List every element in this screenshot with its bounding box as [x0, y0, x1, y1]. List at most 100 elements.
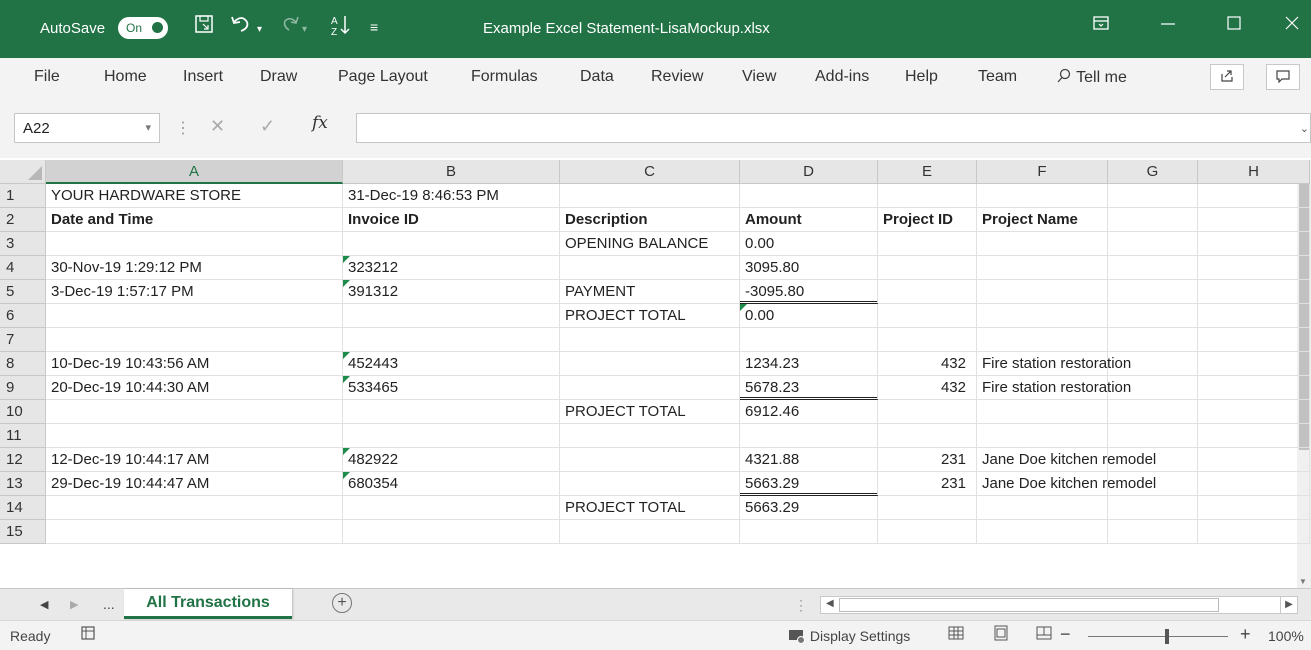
- share-button[interactable]: [1210, 64, 1244, 90]
- undo-dropdown-icon[interactable]: ▾: [257, 24, 262, 35]
- cell-h4[interactable]: [1198, 256, 1310, 280]
- cell-b8[interactable]: 452443: [343, 352, 560, 376]
- cell-a8[interactable]: 10-Dec-19 10:43:56 AM: [46, 352, 343, 376]
- tab-team[interactable]: Team: [978, 68, 1017, 86]
- sort-ascending-icon[interactable]: AZ: [330, 14, 350, 42]
- macro-recording-icon[interactable]: [80, 625, 96, 645]
- cell-f1[interactable]: [977, 184, 1108, 208]
- cell-b7[interactable]: [343, 328, 560, 352]
- row-header-2[interactable]: 2: [0, 208, 46, 232]
- cell-c10[interactable]: PROJECT TOTAL: [560, 400, 740, 424]
- cell-c8[interactable]: [560, 352, 740, 376]
- maximize-icon[interactable]: [1226, 14, 1242, 37]
- column-header-a[interactable]: A: [46, 160, 343, 184]
- cell-g2[interactable]: [1108, 208, 1198, 232]
- cell-f14[interactable]: [977, 496, 1108, 520]
- cell-e13[interactable]: 231: [878, 472, 977, 496]
- cell-f8[interactable]: Fire station restoration: [977, 352, 1131, 376]
- cell-e10[interactable]: [878, 400, 977, 424]
- row-header-10[interactable]: 10: [0, 400, 46, 424]
- row-header-8[interactable]: 8: [0, 352, 46, 376]
- cell-a7[interactable]: [46, 328, 343, 352]
- ribbon-display-options-icon[interactable]: [1093, 14, 1109, 37]
- cell-g13[interactable]: [1108, 472, 1198, 496]
- tab-home[interactable]: Home: [104, 68, 147, 86]
- row-header-7[interactable]: 7: [0, 328, 46, 352]
- cell-f11[interactable]: [977, 424, 1108, 448]
- cell-c15[interactable]: [560, 520, 740, 544]
- cell-b12[interactable]: 482922: [343, 448, 560, 472]
- tab-view[interactable]: View: [742, 68, 776, 86]
- page-break-preview-icon[interactable]: [1036, 625, 1052, 646]
- cell-f3[interactable]: [977, 232, 1108, 256]
- zoom-slider-track[interactable]: [1088, 636, 1228, 637]
- cell-d5[interactable]: -3095.80: [740, 280, 878, 304]
- cell-f15[interactable]: [977, 520, 1108, 544]
- cell-c9[interactable]: [560, 376, 740, 400]
- enter-icon[interactable]: ✓: [260, 116, 275, 137]
- cell-a4[interactable]: 30-Nov-19 1:29:12 PM: [46, 256, 343, 280]
- cell-d1[interactable]: [740, 184, 878, 208]
- cell-e1[interactable]: [878, 184, 977, 208]
- cell-d9[interactable]: 5678.23: [740, 376, 878, 400]
- scroll-left-icon[interactable]: ◀: [826, 598, 834, 609]
- cell-c13[interactable]: [560, 472, 740, 496]
- save-icon[interactable]: [194, 14, 214, 40]
- cell-e4[interactable]: [878, 256, 977, 280]
- cell-d6[interactable]: 0.00: [740, 304, 878, 328]
- close-icon[interactable]: [1284, 14, 1300, 37]
- tab-data[interactable]: Data: [580, 68, 614, 86]
- cell-f13[interactable]: Jane Doe kitchen remodel: [977, 472, 1156, 496]
- cell-b5[interactable]: 391312: [343, 280, 560, 304]
- cell-e5[interactable]: [878, 280, 977, 304]
- cell-h13[interactable]: [1198, 472, 1310, 496]
- cell-e9[interactable]: 432: [878, 376, 977, 400]
- cell-g3[interactable]: [1108, 232, 1198, 256]
- cell-h12[interactable]: [1198, 448, 1310, 472]
- cell-h11[interactable]: [1198, 424, 1310, 448]
- scroll-down-icon[interactable]: ▼: [1299, 577, 1307, 586]
- cell-e11[interactable]: [878, 424, 977, 448]
- expand-formula-bar-icon[interactable]: ⌄: [1300, 122, 1309, 135]
- cell-c14[interactable]: PROJECT TOTAL: [560, 496, 740, 520]
- cell-f4[interactable]: [977, 256, 1108, 280]
- cell-d11[interactable]: [740, 424, 878, 448]
- cell-h3[interactable]: [1198, 232, 1310, 256]
- cell-h9[interactable]: [1198, 376, 1310, 400]
- cell-a11[interactable]: [46, 424, 343, 448]
- cell-c2[interactable]: Description: [560, 208, 740, 232]
- cell-g8[interactable]: [1108, 352, 1198, 376]
- cell-c5[interactable]: PAYMENT: [560, 280, 740, 304]
- row-header-15[interactable]: 15: [0, 520, 46, 544]
- cell-g6[interactable]: [1108, 304, 1198, 328]
- cell-b4[interactable]: 323212: [343, 256, 560, 280]
- cell-e12[interactable]: 231: [878, 448, 977, 472]
- chevron-down-icon[interactable]: ▾: [145, 121, 151, 134]
- tab-help[interactable]: Help: [905, 68, 938, 86]
- cell-g11[interactable]: [1108, 424, 1198, 448]
- cell-a12[interactable]: 12-Dec-19 10:44:17 AM: [46, 448, 343, 472]
- row-header-11[interactable]: 11: [0, 424, 46, 448]
- cell-f10[interactable]: [977, 400, 1108, 424]
- cell-h10[interactable]: [1198, 400, 1310, 424]
- scroll-split-handle[interactable]: ⋮: [794, 597, 808, 614]
- cell-f7[interactable]: [977, 328, 1108, 352]
- normal-view-icon[interactable]: [948, 625, 964, 646]
- cell-a9[interactable]: 20-Dec-19 10:44:30 AM: [46, 376, 343, 400]
- cell-d13[interactable]: 5663.29: [740, 472, 878, 496]
- cell-f6[interactable]: [977, 304, 1108, 328]
- cell-g15[interactable]: [1108, 520, 1198, 544]
- cell-e8[interactable]: 432: [878, 352, 977, 376]
- row-header-3[interactable]: 3: [0, 232, 46, 256]
- cell-d12[interactable]: 4321.88: [740, 448, 878, 472]
- cell-b14[interactable]: [343, 496, 560, 520]
- insert-function-icon[interactable]: fx: [312, 113, 328, 133]
- column-header-e[interactable]: E: [878, 160, 977, 184]
- tab-file[interactable]: File: [34, 68, 60, 86]
- customize-quick-access-icon[interactable]: ≡: [370, 19, 378, 35]
- row-header-13[interactable]: 13: [0, 472, 46, 496]
- cell-c1[interactable]: [560, 184, 740, 208]
- column-header-c[interactable]: C: [560, 160, 740, 184]
- cell-b13[interactable]: 680354: [343, 472, 560, 496]
- cell-a1[interactable]: YOUR HARDWARE STORE: [46, 184, 343, 208]
